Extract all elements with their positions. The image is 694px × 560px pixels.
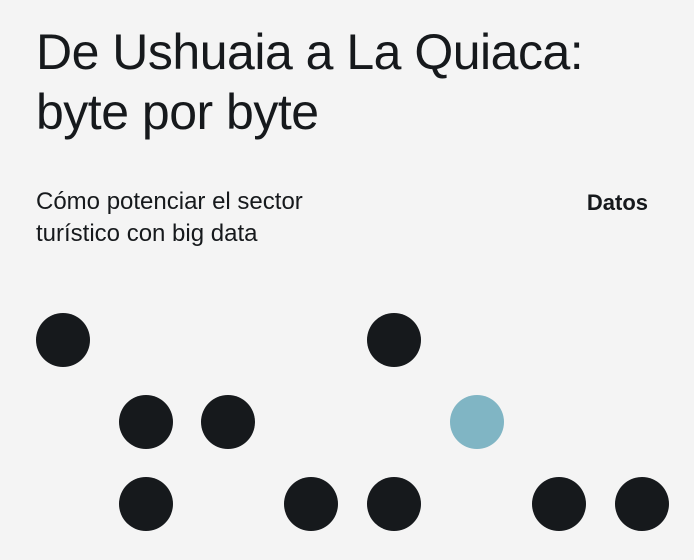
article-subtitle-line-1: Cómo potenciar el sector (36, 188, 303, 215)
category-link[interactable]: Datos (587, 188, 648, 218)
dark-dot (201, 395, 255, 449)
article-title-line-2: byte por byte (36, 84, 319, 140)
article-title: De Ushuaia a La Quiaca: byte por byte (36, 22, 676, 142)
dark-dot (119, 395, 173, 449)
article-subtitle-line-2: turístico con big data (36, 220, 258, 247)
dark-dot (615, 477, 669, 531)
dark-dot (532, 477, 586, 531)
dark-dot (36, 313, 90, 367)
accent-dot (450, 395, 504, 449)
dark-dot (284, 477, 338, 531)
dark-dot (367, 313, 421, 367)
dark-dot (367, 477, 421, 531)
article-title-line-1: De Ushuaia a La Quiaca: (36, 24, 584, 80)
article-card[interactable]: De Ushuaia a La Quiaca: byte por byte Có… (0, 0, 694, 560)
article-subtitle: Cómo potenciar el sector turístico con b… (36, 186, 456, 250)
dark-dot (119, 477, 173, 531)
